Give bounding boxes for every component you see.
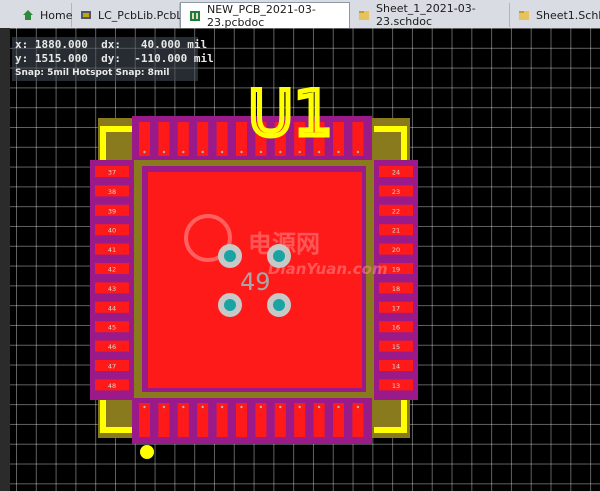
pin-number: 19 [392,266,400,274]
pin-number: 48 [108,382,116,390]
pin-number: 47 [108,363,116,371]
pin-number: 40 [108,227,116,235]
pin-number: 17 [392,304,400,312]
pin-number: 16 [392,324,400,332]
pin-number: 44 [108,304,116,312]
pin-number: 18 [392,285,400,293]
pin-number: 41 [108,246,116,254]
pin-number: 46 [108,343,116,351]
pin-number: 24 [392,169,400,177]
pin-number: 38 [108,188,116,196]
pin-number: 15 [392,343,400,351]
pcb-footprint-layer: 37 38 39 40 41 42 43 44 45 46 47 48 24 23 22 21 20 19 18 1… [90,75,418,459]
pin-number: 45 [108,324,116,332]
pin-number: 23 [392,188,400,196]
pin-number: 37 [108,169,116,177]
pin-number: 22 [392,207,400,215]
pin-number: 42 [108,266,116,274]
pin-number: 13 [392,382,400,390]
pin-number: 39 [108,207,116,215]
pin-number: 14 [392,363,400,371]
designator[interactable]: U1 [246,75,336,153]
pin1-marker [140,445,154,459]
pin-number: 21 [392,227,400,235]
center-pad-number: 49 [240,268,271,296]
pin-number: 43 [108,285,116,293]
pin-number: 20 [392,246,400,254]
